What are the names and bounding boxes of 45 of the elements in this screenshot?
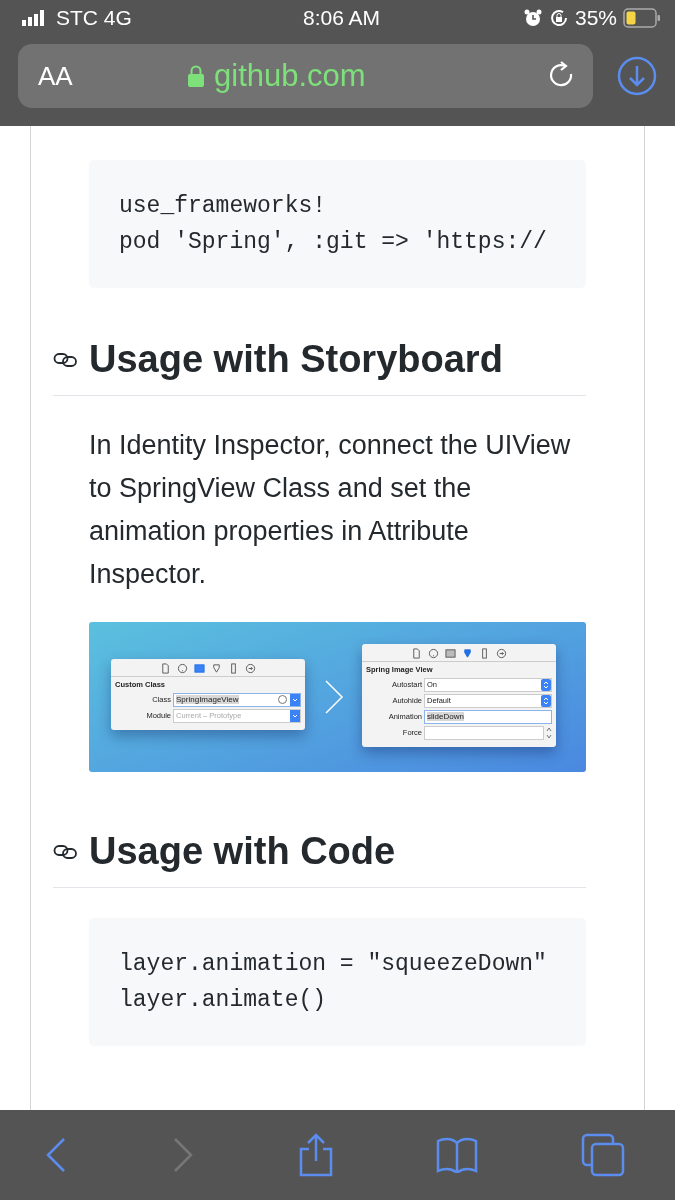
number-field[interactable] [424, 725, 544, 740]
code-line: layer.animation = "squeezeDown" [119, 950, 548, 979]
dropdown-icon[interactable] [290, 709, 300, 722]
combo-box[interactable]: SpringImageView [173, 692, 301, 707]
book-icon[interactable] [436, 1137, 479, 1173]
arrow-circle-icon[interactable] [245, 662, 256, 674]
stepper-arrows-icon[interactable] [541, 694, 551, 707]
code-line: layer.animate() [119, 986, 328, 1015]
lock-icon [188, 65, 204, 87]
code-line: pod 'Spring', :git => 'https:// [119, 228, 548, 257]
carrier-label: STC 4G [56, 6, 132, 30]
shield-icon[interactable] [462, 647, 473, 659]
stepper-icon[interactable] [546, 725, 552, 740]
download-icon[interactable] [617, 56, 657, 96]
back-icon[interactable] [44, 1137, 68, 1173]
shield-icon[interactable] [211, 662, 222, 674]
section-heading: Usage with Code [89, 830, 396, 873]
help-icon[interactable] [177, 662, 188, 674]
ruler-icon[interactable] [228, 662, 239, 674]
link-icon[interactable] [53, 351, 79, 368]
code-line: use_frameworks! [119, 192, 328, 221]
address-bar[interactable]: AA github.com [18, 44, 593, 108]
id-card-icon[interactable] [445, 647, 456, 659]
paragraph: In Identity Inspector, connect the UIView to SpringView Class and set the animation properties in Attribute Inspector. [89, 429, 572, 591]
ruler-icon[interactable] [479, 647, 490, 659]
text-field[interactable]: slideDown [424, 709, 552, 724]
alarm-icon [522, 8, 543, 28]
arrow-circle-icon[interactable] [496, 647, 507, 659]
stepper-arrows-icon[interactable] [541, 678, 551, 691]
file-icon[interactable] [411, 647, 422, 659]
url-text: github.com [214, 58, 366, 94]
battery-icon [623, 8, 661, 28]
time-label: 8:06 AM [302, 6, 381, 30]
tabs-icon[interactable] [581, 1133, 625, 1177]
help-icon[interactable] [428, 647, 439, 659]
battery-percent: 35% [574, 6, 617, 30]
id-card-icon[interactable] [194, 662, 205, 674]
text-size-button[interactable]: AA [38, 60, 188, 92]
file-icon[interactable] [160, 662, 171, 674]
share-icon[interactable] [297, 1133, 334, 1177]
dropdown-icon[interactable] [290, 693, 300, 706]
section-heading: Usage with Storyboard [89, 338, 503, 381]
chevron-icon [322, 679, 345, 715]
rotation-lock-icon [548, 8, 569, 28]
link-icon[interactable] [53, 843, 79, 860]
